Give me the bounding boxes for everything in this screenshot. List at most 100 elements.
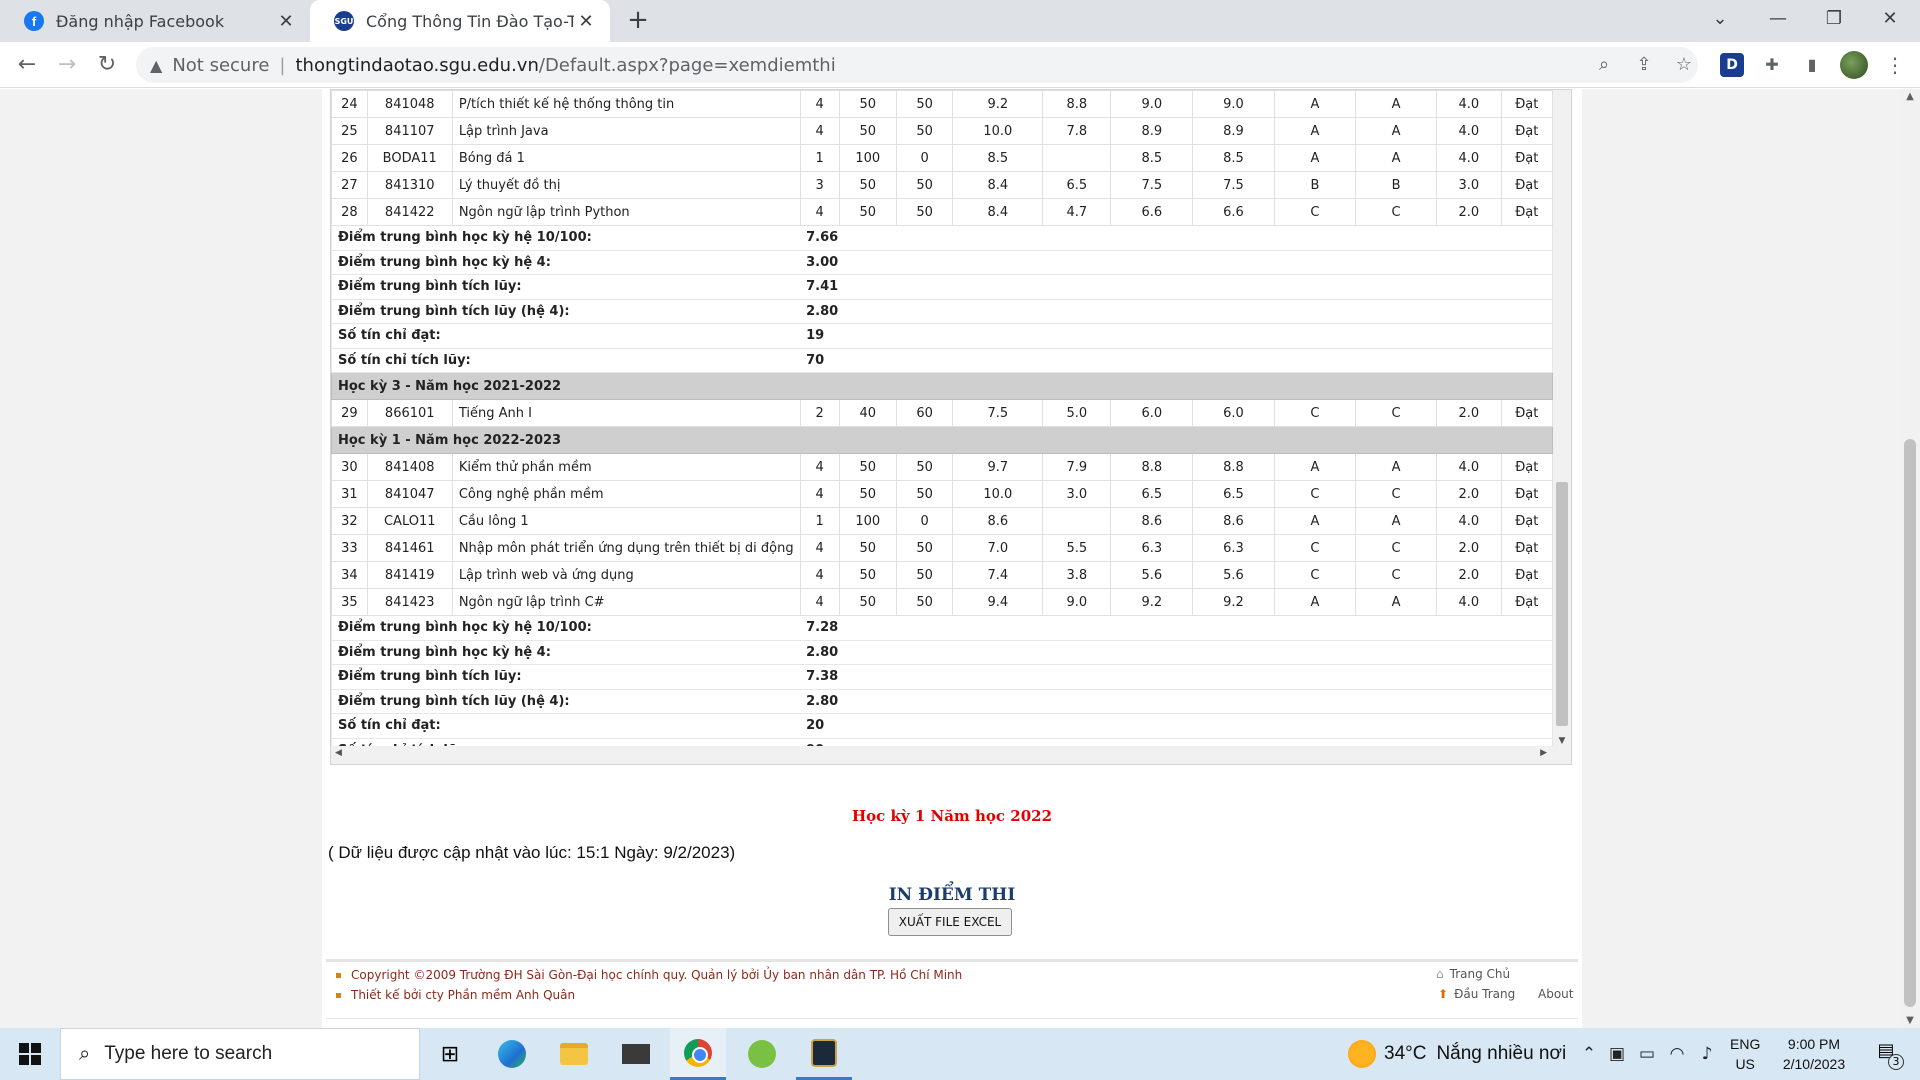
bookmark-star-icon[interactable]: ☆	[1666, 47, 1702, 83]
mail-icon[interactable]	[608, 1028, 664, 1080]
top-link-label[interactable]: Đầu Trang	[1454, 987, 1515, 1001]
col-course-name: Ngôn ngữ lập trình Python	[451, 198, 801, 226]
scroll-up-arrow-icon[interactable]: ▲	[1900, 91, 1920, 102]
language-indicator[interactable]: ENG US	[1730, 1034, 1760, 1074]
col-result: Đạt	[1500, 171, 1554, 199]
tab-title: Cổng Thông Tin Đào Tạo-Trường	[366, 11, 574, 31]
url-host[interactable]: thongtindaotao.sgu.edu.vn	[295, 55, 538, 76]
summary-label: Số tín chỉ tích lũy:	[331, 347, 801, 373]
close-tab-icon[interactable]: ✕	[574, 11, 598, 32]
col-result: Đạt	[1500, 90, 1554, 118]
col-final-4: 3.0	[1436, 171, 1502, 199]
col-letter-grade: A	[1273, 90, 1356, 118]
col-result: Đạt	[1500, 117, 1554, 145]
course-row: 30 841408 Kiểm thử phần mềm 4 50 50 9.7 7.9 8.8 8…	[331, 453, 1554, 481]
clock[interactable]: 9:00 PM 2/10/2023	[1772, 1034, 1856, 1074]
col-course-code: 841107	[366, 117, 453, 145]
share-icon[interactable]: ⇪	[1626, 47, 1662, 83]
weather-widget[interactable]: 34°C Nắng nhiều nơi	[1348, 1028, 1566, 1080]
col-credits: 4	[799, 198, 840, 226]
edge-icon[interactable]	[484, 1028, 540, 1080]
grades-horizontal-scrollbar[interactable]: ◀ ▶	[331, 746, 1571, 764]
about-link[interactable]: About	[1538, 987, 1573, 1001]
close-tab-icon[interactable]: ✕	[274, 11, 298, 32]
security-label[interactable]: Not secure	[172, 55, 269, 76]
forward-icon[interactable]: →	[50, 48, 84, 82]
side-panel-icon[interactable]: ▮	[1800, 53, 1824, 77]
col-letter-grade-final: A	[1354, 90, 1438, 118]
tab-sgu[interactable]: SGU Cổng Thông Tin Đào Tạo-Trường ✕	[310, 0, 610, 42]
course-row: 28 841422 Ngôn ngữ lập trình Python 4 50 50 8.…	[331, 198, 1554, 226]
file-explorer-icon[interactable]	[546, 1028, 602, 1080]
col-final-4: 2.0	[1436, 534, 1502, 562]
home-link-label[interactable]: Trang Chủ	[1450, 967, 1510, 981]
chevron-up-icon[interactable]: ⌃	[1578, 1028, 1600, 1080]
meet-icon[interactable]: ▣	[1604, 1028, 1630, 1080]
start-button[interactable]	[0, 1028, 60, 1080]
volume-icon[interactable]: ♪	[1694, 1028, 1720, 1080]
export-excel-button[interactable]: XUẤT FILE EXCEL	[888, 908, 1012, 936]
scrollbar-thumb[interactable]	[1556, 482, 1568, 726]
col-credits: 4	[799, 117, 840, 145]
search-placeholder[interactable]: Type here to search	[104, 1043, 272, 1065]
tab-search-icon[interactable]: ⌄	[1692, 0, 1748, 42]
restore-button[interactable]: ❐	[1806, 0, 1862, 42]
page-scrollbar-thumb[interactable]	[1904, 439, 1916, 1007]
summary-row: Điểm trung bình tích lũy (hệ 4): 2.80	[331, 688, 1554, 714]
col-final-10: 9.2	[1110, 588, 1194, 616]
col-pct-exam: 50	[895, 588, 954, 616]
extensions-puzzle-icon[interactable]: ✚	[1760, 53, 1784, 77]
scroll-left-arrow-icon[interactable]: ◀	[335, 748, 342, 758]
zoom-search-icon[interactable]: ⌕	[1586, 47, 1622, 83]
print-grades-link[interactable]: IN ĐIỂM THI	[322, 885, 1582, 905]
col-coursework-score: 9.4	[952, 588, 1044, 616]
taskbar-search[interactable]: ⌕ Type here to search	[60, 1028, 420, 1080]
summary-value: 19	[800, 323, 1554, 349]
menu-kebab-icon[interactable]: ⋮	[1880, 50, 1910, 80]
notification-icon[interactable]: ▤ 3	[1866, 1040, 1906, 1070]
scroll-down-arrow-icon[interactable]: ▼	[1900, 1015, 1920, 1026]
warning-icon[interactable]: ▲	[150, 56, 162, 75]
col-course-code: BODA11	[366, 144, 453, 172]
col-credits: 4	[799, 588, 840, 616]
col-stt: 33	[331, 534, 368, 562]
copyright-text: Copyright ©2009 Trường ĐH Sài Gòn-Đại họ…	[351, 968, 963, 982]
col-result: Đạt	[1500, 198, 1554, 226]
scroll-down-arrow-icon[interactable]: ▼	[1553, 736, 1571, 746]
col-letter-grade-final: C	[1354, 198, 1438, 226]
summary-row: Số tín chỉ đạt: 20	[331, 713, 1554, 739]
home-link[interactable]: ⌂ Trang Chủ	[1436, 967, 1510, 981]
semester-header: Học kỳ 3 - Năm học 2021-2022	[331, 372, 1553, 400]
wifi-icon[interactable]: ◠	[1664, 1028, 1690, 1080]
extension-d-icon[interactable]: D	[1720, 53, 1744, 77]
tab-facebook[interactable]: f Đăng nhập Facebook ✕	[0, 0, 310, 42]
back-icon[interactable]: ←	[10, 48, 44, 82]
task-view-icon[interactable]: ⊞	[422, 1028, 478, 1080]
col-stt: 28	[331, 198, 368, 226]
scroll-right-arrow-icon[interactable]: ▶	[1540, 748, 1547, 758]
app-leaf-icon[interactable]	[734, 1028, 790, 1080]
course-row: 27 841310 Lý thuyết đồ thị 3 50 50 8.4 6.5 7.5 7.…	[331, 171, 1554, 199]
page-scrollbar[interactable]: ▲ ▼	[1900, 89, 1920, 1028]
top-link[interactable]: ⬆ Đầu Trang	[1438, 987, 1515, 1001]
reload-icon[interactable]: ↻	[90, 48, 124, 82]
col-final-10: 8.8	[1110, 453, 1194, 481]
minimize-button[interactable]: —	[1750, 0, 1806, 42]
chrome-icon[interactable]	[670, 1028, 726, 1080]
profile-avatar[interactable]	[1840, 51, 1868, 79]
url-path[interactable]: /Default.aspx?page=xemdiemthi	[539, 55, 836, 76]
league-of-legends-icon[interactable]	[796, 1028, 852, 1080]
arrow-up-icon: ⬆	[1438, 987, 1449, 1001]
col-coursework-score: 8.4	[952, 198, 1044, 226]
summary-value: 2.80	[800, 639, 1554, 665]
summary-row: Số tín chỉ đạt: 19	[331, 323, 1554, 349]
battery-icon[interactable]: ▭	[1634, 1028, 1660, 1080]
summary-label: Điểm trung bình tích lũy (hệ 4):	[331, 688, 801, 714]
close-window-button[interactable]: ✕	[1862, 0, 1918, 42]
grades-vertical-scrollbar[interactable]: ▼	[1553, 90, 1571, 748]
col-course-code: 841461	[366, 534, 453, 562]
new-tab-button[interactable]: +	[622, 4, 654, 36]
col-letter-grade-final: C	[1354, 534, 1438, 562]
address-bar[interactable]: ▲ Not secure | thongtindaotao.sgu.edu.vn…	[136, 47, 1698, 83]
col-exam-score: 7.8	[1042, 117, 1112, 145]
